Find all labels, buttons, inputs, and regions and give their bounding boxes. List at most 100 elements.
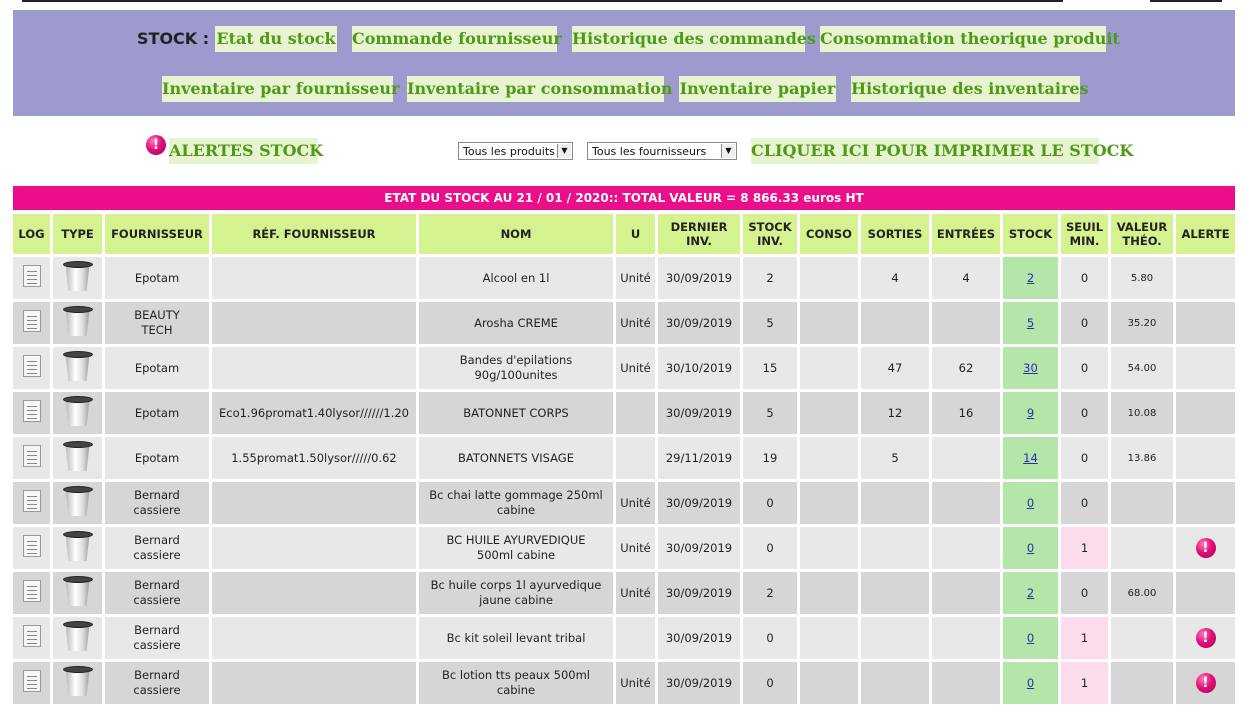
log-cell[interactable]	[13, 437, 50, 479]
alert-icon[interactable]: !	[1195, 538, 1216, 558]
bin-icon	[62, 485, 93, 517]
conso-cell	[800, 257, 858, 299]
log-document-icon[interactable]	[22, 265, 41, 287]
entrees-cell	[932, 572, 1000, 614]
fournisseur-cell: Epotam	[105, 257, 209, 299]
u-cell: Unité	[616, 662, 655, 704]
stock-link[interactable]: 30	[1023, 361, 1038, 375]
col-u: U	[616, 214, 655, 254]
log-document-icon[interactable]	[22, 535, 41, 557]
log-cell[interactable]	[13, 392, 50, 434]
valeur-cell	[1111, 527, 1173, 569]
col-seuil-label-2: MIN.	[1069, 234, 1100, 248]
menu-historique-inventaires[interactable]: Historique des inventaires	[851, 76, 1089, 102]
menu-inventaire-consommation[interactable]: Inventaire par consommation	[407, 76, 673, 102]
log-document-icon[interactable]	[22, 490, 41, 512]
col-stock-label: STOCK	[1008, 227, 1053, 241]
bin-body	[65, 310, 90, 336]
alert-icon[interactable]: !	[1195, 628, 1216, 648]
seuil-cell: 1	[1061, 662, 1108, 704]
entrees-cell	[932, 482, 1000, 524]
menu-inventaire-papier[interactable]: Inventaire papier	[679, 76, 836, 102]
supplier-filter-select[interactable]: Tous les fournisseurs ▼	[587, 142, 737, 160]
col-valeur-label-2: THÉO.	[1122, 234, 1162, 248]
col-fournisseur-label: FOURNISSEUR	[111, 227, 203, 241]
log-cell[interactable]	[13, 617, 50, 659]
dernier-cell: 29/11/2019	[658, 437, 740, 479]
stock-label: STOCK :	[137, 29, 210, 48]
alertes-stock-button[interactable]: ALERTES STOCK	[169, 138, 323, 164]
stock-cell: 0	[1003, 662, 1058, 704]
menu-commande-fournisseur[interactable]: Commande fournisseur	[352, 26, 562, 52]
col-log-label: LOG	[18, 227, 45, 241]
sorties-cell	[861, 482, 929, 524]
col-stock-inv: STOCK INV.	[743, 214, 797, 254]
dernier-cell: 30/09/2019	[658, 302, 740, 344]
print-stock-button[interactable]: CLIQUER ICI POUR IMPRIMER LE STOCK	[751, 138, 1133, 164]
stockinv-cell: 0	[743, 482, 797, 524]
menu-inventaire-fournisseur[interactable]: Inventaire par fournisseur	[162, 76, 399, 102]
type-cell	[53, 527, 102, 569]
alert-icon: !	[146, 135, 166, 155]
u-cell: Unité	[616, 347, 655, 389]
log-cell[interactable]	[13, 347, 50, 389]
u-cell	[616, 617, 655, 659]
valeur-cell: 35.20	[1111, 302, 1173, 344]
log-document-icon[interactable]	[22, 310, 41, 332]
col-valeur: VALEUR THÉO.	[1111, 214, 1173, 254]
log-document-icon[interactable]	[22, 580, 41, 602]
bin-rim	[62, 441, 93, 448]
type-cell	[53, 302, 102, 344]
stock-link[interactable]: 5	[1027, 316, 1034, 330]
menu-consommation-theorique[interactable]: Consommation theorique produit	[820, 26, 1120, 52]
menu-etat-du-stock[interactable]: Etat du stock	[215, 26, 337, 52]
bin-body	[65, 535, 90, 561]
log-document-icon[interactable]	[22, 625, 41, 647]
log-document-icon[interactable]	[22, 670, 41, 692]
ref-cell: 1.55promat1.50lysor/////0.62	[212, 437, 416, 479]
alerte-cell	[1176, 302, 1235, 344]
col-dernier-label: DERNIER	[670, 220, 728, 234]
sorties-cell	[861, 302, 929, 344]
table-row: Epotam Bandes d'epilations 90g/100unites U…	[13, 347, 1235, 389]
dernier-cell: 30/09/2019	[658, 617, 740, 659]
log-cell[interactable]	[13, 572, 50, 614]
stockinv-cell: 2	[743, 572, 797, 614]
nom-cell: BC HUILE AYURVEDIQUE 500ml cabine	[419, 527, 613, 569]
u-cell: Unité	[616, 527, 655, 569]
log-cell[interactable]	[13, 302, 50, 344]
seuil-cell: 0	[1061, 437, 1108, 479]
log-cell[interactable]	[13, 662, 50, 704]
seuil-cell: 1	[1061, 617, 1108, 659]
ref-cell	[212, 662, 416, 704]
stock-cell: 14	[1003, 437, 1058, 479]
log-document-icon[interactable]	[22, 445, 41, 467]
stock-link[interactable]: 0	[1027, 676, 1034, 690]
menu-historique-commandes[interactable]: Historique des commandes	[572, 26, 816, 52]
alert-icon[interactable]: !	[1195, 673, 1216, 693]
entrees-cell	[932, 617, 1000, 659]
stock-link[interactable]: 2	[1027, 586, 1034, 600]
col-stockinv-label: STOCK	[748, 220, 792, 234]
fournisseur-cell: Epotam	[105, 437, 209, 479]
col-conso: CONSO	[800, 214, 858, 254]
log-cell[interactable]	[13, 257, 50, 299]
col-u-label: U	[630, 227, 641, 241]
stock-link[interactable]: 0	[1027, 631, 1034, 645]
stock-table: LOG TYPE FOURNISSEUR RÉF. FOURNISSEUR NO…	[10, 211, 1238, 707]
stock-link[interactable]: 0	[1027, 541, 1034, 555]
log-document-icon[interactable]	[22, 400, 41, 422]
log-cell[interactable]	[13, 527, 50, 569]
stock-link[interactable]: 0	[1027, 496, 1034, 510]
product-filter-select[interactable]: Tous les produits ▼	[458, 142, 573, 160]
stock-link[interactable]: 14	[1023, 451, 1038, 465]
conso-cell	[800, 572, 858, 614]
stock-link[interactable]: 9	[1027, 406, 1034, 420]
conso-cell	[800, 437, 858, 479]
stock-link[interactable]: 2	[1027, 271, 1034, 285]
log-document-icon[interactable]	[22, 355, 41, 377]
log-cell[interactable]	[13, 482, 50, 524]
chevron-down-icon: ▼	[557, 144, 571, 158]
col-sorties: SORTIES	[861, 214, 929, 254]
bin-rim	[62, 576, 93, 583]
